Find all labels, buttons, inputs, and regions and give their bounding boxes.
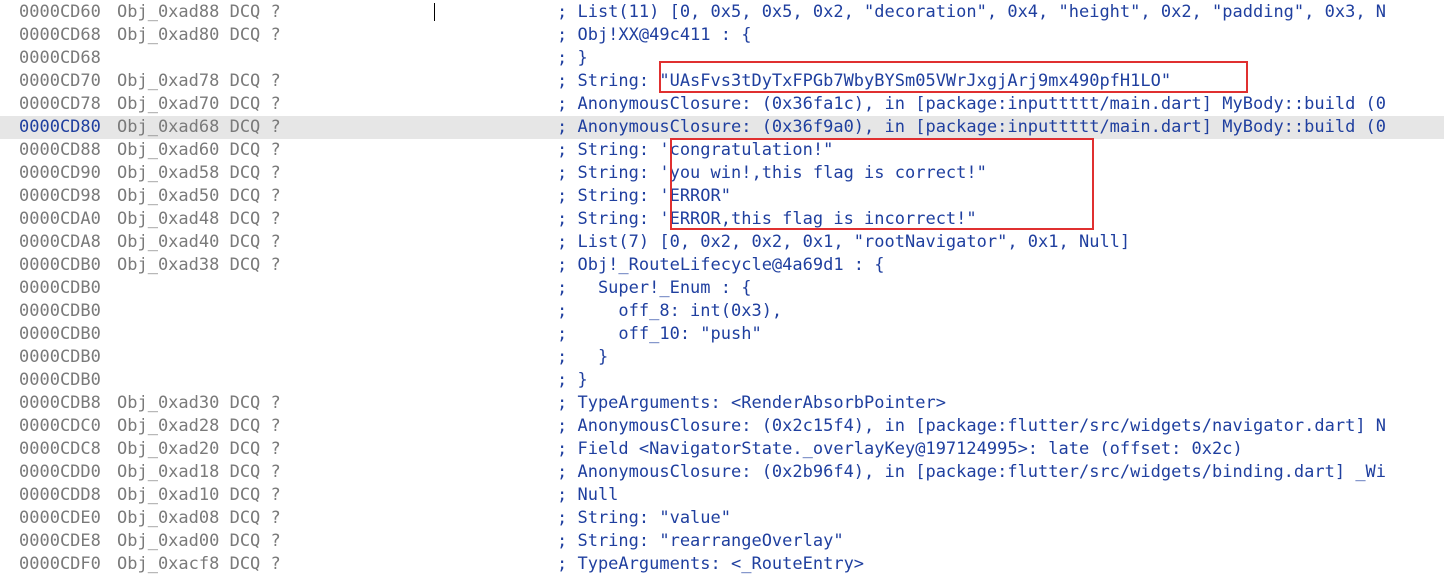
row-symbol: Obj_0xad38 DCQ ? — [117, 255, 281, 275]
row-address: 0000CD98 — [19, 186, 101, 206]
row-comment: ; Obj!_RouteLifecycle@4a69d1 : { — [557, 255, 885, 275]
row-symbol: Obj_0xad00 DCQ ? — [117, 531, 281, 551]
row-comment: ; Field <NavigatorState._overlayKey@1971… — [557, 439, 1243, 459]
listing-row[interactable]: 0000CDD8 Obj_0xad10 DCQ ? ; Null — [0, 484, 1444, 507]
listing-row[interactable]: 0000CD60 Obj_0xad88 DCQ ? ; List(11) [0, 0… — [0, 1, 1444, 24]
row-symbol: Obj_0xad50 DCQ ? — [117, 186, 281, 206]
listing-row[interactable]: 0000CDB0 ; Super!_Enum : { — [0, 277, 1444, 300]
row-comment: ; AnonymousClosure: (0x36f9a0), in [pack… — [557, 117, 1387, 137]
row-address: 0000CDB0 — [19, 370, 101, 390]
row-address: 0000CDB0 — [19, 347, 101, 367]
listing-row[interactable]: 0000CDB8 Obj_0xad30 DCQ ? ; TypeArguments:… — [0, 392, 1444, 415]
row-symbol: Obj_0xad88 DCQ ? — [117, 2, 281, 22]
row-address: 0000CD88 — [19, 140, 101, 160]
row-address: 0000CDD0 — [19, 462, 101, 482]
row-symbol: Obj_0xad10 DCQ ? — [117, 485, 281, 505]
row-comment: ; } — [557, 370, 588, 390]
row-comment: ; Null — [557, 485, 619, 505]
row-symbol: Obj_0xad40 DCQ ? — [117, 232, 281, 252]
row-comment: ; } — [557, 48, 588, 68]
row-address: 0000CD80 — [19, 117, 101, 137]
row-address: 0000CDC0 — [19, 416, 101, 436]
row-symbol: Obj_0xad18 DCQ ? — [117, 462, 281, 482]
listing-row[interactable]: 0000CDE8 Obj_0xad00 DCQ ? ; String: "rearr… — [0, 530, 1444, 553]
listing-row[interactable]: 0000CDC8 Obj_0xad20 DCQ ? ; Field <Navigat… — [0, 438, 1444, 461]
row-symbol: Obj_0xad08 DCQ ? — [117, 508, 281, 528]
row-comment: ; TypeArguments: <RenderAbsorbPointer> — [557, 393, 946, 413]
row-comment: ; off_8: int(0x3), — [557, 301, 783, 321]
row-symbol: Obj_0xad58 DCQ ? — [117, 163, 281, 183]
row-address: 0000CD60 — [19, 2, 101, 22]
listing-row[interactable]: 0000CDC0 Obj_0xad28 DCQ ? ; AnonymousClosu… — [0, 415, 1444, 438]
row-symbol: Obj_0xad70 DCQ ? — [117, 94, 281, 114]
row-symbol: Obj_0xad80 DCQ ? — [117, 25, 281, 45]
listing-row[interactable]: 0000CD78 Obj_0xad70 DCQ ? ; AnonymousClosu… — [0, 93, 1444, 116]
listing-row-selected[interactable]: 0000CD80 Obj_0xad68 DCQ ? ; AnonymousClosu… — [0, 116, 1444, 139]
text-cursor — [434, 3, 435, 21]
row-address: 0000CDB0 — [19, 324, 101, 344]
listing-row[interactable]: 0000CDB0 ; } — [0, 369, 1444, 392]
listing-row[interactable]: 0000CDE0 Obj_0xad08 DCQ ? ; String: "value… — [0, 507, 1444, 530]
row-comment: ; String: "value" — [557, 508, 731, 528]
row-address: 0000CD68 — [19, 48, 101, 68]
highlight-box-flag-string — [659, 61, 1248, 93]
row-comment: ; Obj!XX@49c411 : { — [557, 25, 752, 45]
row-comment: ; AnonymousClosure: (0x2b96f4), in [pack… — [557, 462, 1387, 482]
row-comment: ; AnonymousClosure: (0x2c15f4), in [pack… — [557, 416, 1387, 436]
row-comment: ; List(7) [0, 0x2, 0x2, 0x1, "rootNaviga… — [557, 232, 1131, 252]
row-address: 0000CDA0 — [19, 209, 101, 229]
listing-row[interactable]: 0000CDB0 ; off_8: int(0x3), — [0, 300, 1444, 323]
row-address: 0000CDB8 — [19, 393, 101, 413]
row-comment: ; TypeArguments: <_RouteEntry> — [557, 554, 865, 574]
listing-row[interactable]: 0000CDA8 Obj_0xad40 DCQ ? ; List(7) [0, 0x… — [0, 231, 1444, 254]
row-symbol: Obj_0xad68 DCQ ? — [117, 117, 281, 137]
row-comment: ; String: "rearrangeOverlay" — [557, 531, 844, 551]
row-address: 0000CD68 — [19, 25, 101, 45]
row-comment: ; List(11) [0, 0x5, 0x5, 0x2, "decoratio… — [557, 2, 1387, 22]
highlight-box-result-strings — [670, 138, 1094, 230]
row-comment: ; Super!_Enum : { — [557, 278, 752, 298]
row-symbol: Obj_0xacf8 DCQ ? — [117, 554, 281, 574]
row-symbol: Obj_0xad30 DCQ ? — [117, 393, 281, 413]
row-symbol: Obj_0xad20 DCQ ? — [117, 439, 281, 459]
listing-row[interactable]: 0000CD68 Obj_0xad80 DCQ ? ; Obj!XX@49c411 … — [0, 24, 1444, 47]
row-address: 0000CDB0 — [19, 301, 101, 321]
listing-row[interactable]: 0000CDB0 Obj_0xad38 DCQ ? ; Obj!_RouteLife… — [0, 254, 1444, 277]
listing-row[interactable]: 0000CDB0 ; } — [0, 346, 1444, 369]
row-address: 0000CDD8 — [19, 485, 101, 505]
row-symbol: Obj_0xad48 DCQ ? — [117, 209, 281, 229]
listing-row[interactable]: 0000CDF0 Obj_0xacf8 DCQ ? ; TypeArguments:… — [0, 553, 1444, 576]
row-symbol: Obj_0xad60 DCQ ? — [117, 140, 281, 160]
row-symbol: Obj_0xad78 DCQ ? — [117, 71, 281, 91]
row-comment: ; } — [557, 347, 609, 367]
row-address: 0000CDA8 — [19, 232, 101, 252]
listing-row[interactable]: 0000CDB0 ; off_10: "push" — [0, 323, 1444, 346]
row-address: 0000CD90 — [19, 163, 101, 183]
row-comment: ; AnonymousClosure: (0x36fa1c), in [pack… — [557, 94, 1387, 114]
row-address: 0000CDE8 — [19, 531, 101, 551]
row-address: 0000CDB0 — [19, 255, 101, 275]
row-symbol: Obj_0xad28 DCQ ? — [117, 416, 281, 436]
row-comment: ; off_10: "push" — [557, 324, 762, 344]
row-address: 0000CD78 — [19, 94, 101, 114]
row-address: 0000CDB0 — [19, 278, 101, 298]
listing-row[interactable]: 0000CDD0 Obj_0xad18 DCQ ? ; AnonymousClosu… — [0, 461, 1444, 484]
row-address: 0000CD70 — [19, 71, 101, 91]
row-address: 0000CDF0 — [19, 554, 101, 574]
row-address: 0000CDE0 — [19, 508, 101, 528]
row-address: 0000CDC8 — [19, 439, 101, 459]
